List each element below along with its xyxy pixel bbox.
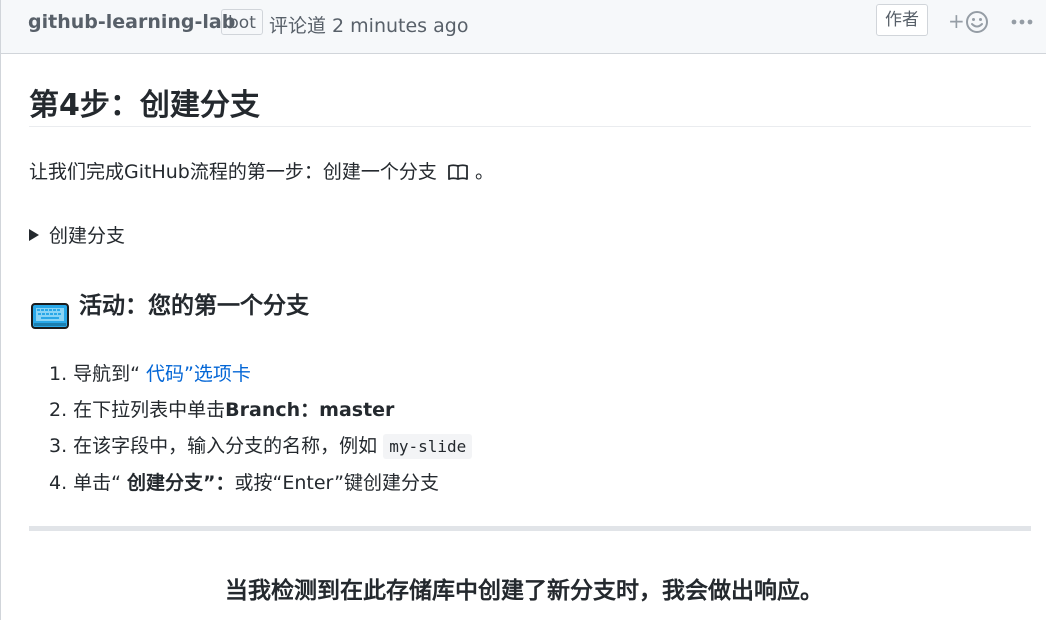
book-icon	[447, 164, 468, 180]
details-summary: 创建分支	[49, 225, 126, 247]
step-text: 在下拉列表中单击	[73, 399, 226, 421]
intro-text: 让我们完成GitHub流程的第一步：创建一个分支	[29, 161, 437, 183]
code-tab-link[interactable]: 代码”选项卡	[146, 363, 251, 385]
inline-code: my-slide	[383, 434, 473, 459]
step-number: 2.	[49, 399, 68, 421]
smiley-icon	[966, 11, 988, 33]
steps-list: 1. 导航到“ 代码”选项卡 2. 在下拉列表中单击Branch：master 3.…	[49, 356, 473, 501]
kebab-icon[interactable]	[1011, 14, 1033, 30]
comment-body: 第4步：创建分支 让我们完成GitHub流程的第一步：创建一个分支 。 创建分支…	[1, 54, 1046, 620]
step-suffix: 或按“Enter”键创建分支	[234, 472, 440, 494]
comment-timestamp[interactable]: 评论道 2 minutes ago	[269, 11, 468, 38]
plus-icon: +	[948, 9, 965, 33]
step-text: 在该字段中，输入分支的名称，例如	[73, 435, 384, 457]
keyboard-icon	[31, 303, 69, 329]
step-title: 第4步：创建分支	[29, 88, 260, 123]
list-item: 3. 在该字段中，输入分支的名称，例如 my-slide	[49, 428, 473, 465]
comment-card: github-learning-lab bot 评论道 2 minutes ag…	[0, 0, 1046, 620]
activity-heading: 活动：您的第一个分支	[79, 293, 309, 319]
intro-paragraph: 让我们完成GitHub流程的第一步：创建一个分支 。	[29, 157, 494, 184]
step-strong: Branch：master	[225, 399, 395, 421]
caret-right-icon	[29, 229, 39, 241]
intro-end: 。	[474, 161, 494, 183]
bot-label: bot	[221, 9, 263, 35]
section-divider	[29, 526, 1031, 531]
step-text: 导航到“	[73, 363, 147, 385]
add-reaction-button[interactable]: +	[948, 8, 992, 36]
step-number: 4.	[49, 472, 68, 494]
list-item: 1. 导航到“ 代码”选项卡	[49, 356, 472, 392]
title-divider	[29, 126, 1031, 127]
list-item: 4. 单击“ 创建分支”：或按“Enter”键创建分支	[49, 465, 472, 501]
author-badge: 作者	[876, 4, 928, 36]
step-number: 1.	[49, 363, 68, 385]
final-note: 当我检测到在此存储库中创建了新分支时，我会做出响应。	[225, 578, 823, 604]
step-number: 3.	[49, 435, 68, 457]
step-strong: 创建分支”：	[127, 472, 235, 494]
list-item: 2. 在下拉列表中单击Branch：master	[49, 392, 472, 428]
details-toggle[interactable]: 创建分支	[29, 221, 125, 248]
step-text: 单击“	[73, 472, 128, 494]
comment-header: github-learning-lab bot 评论道 2 minutes ag…	[1, 0, 1046, 54]
author-link[interactable]: github-learning-lab	[28, 11, 235, 33]
